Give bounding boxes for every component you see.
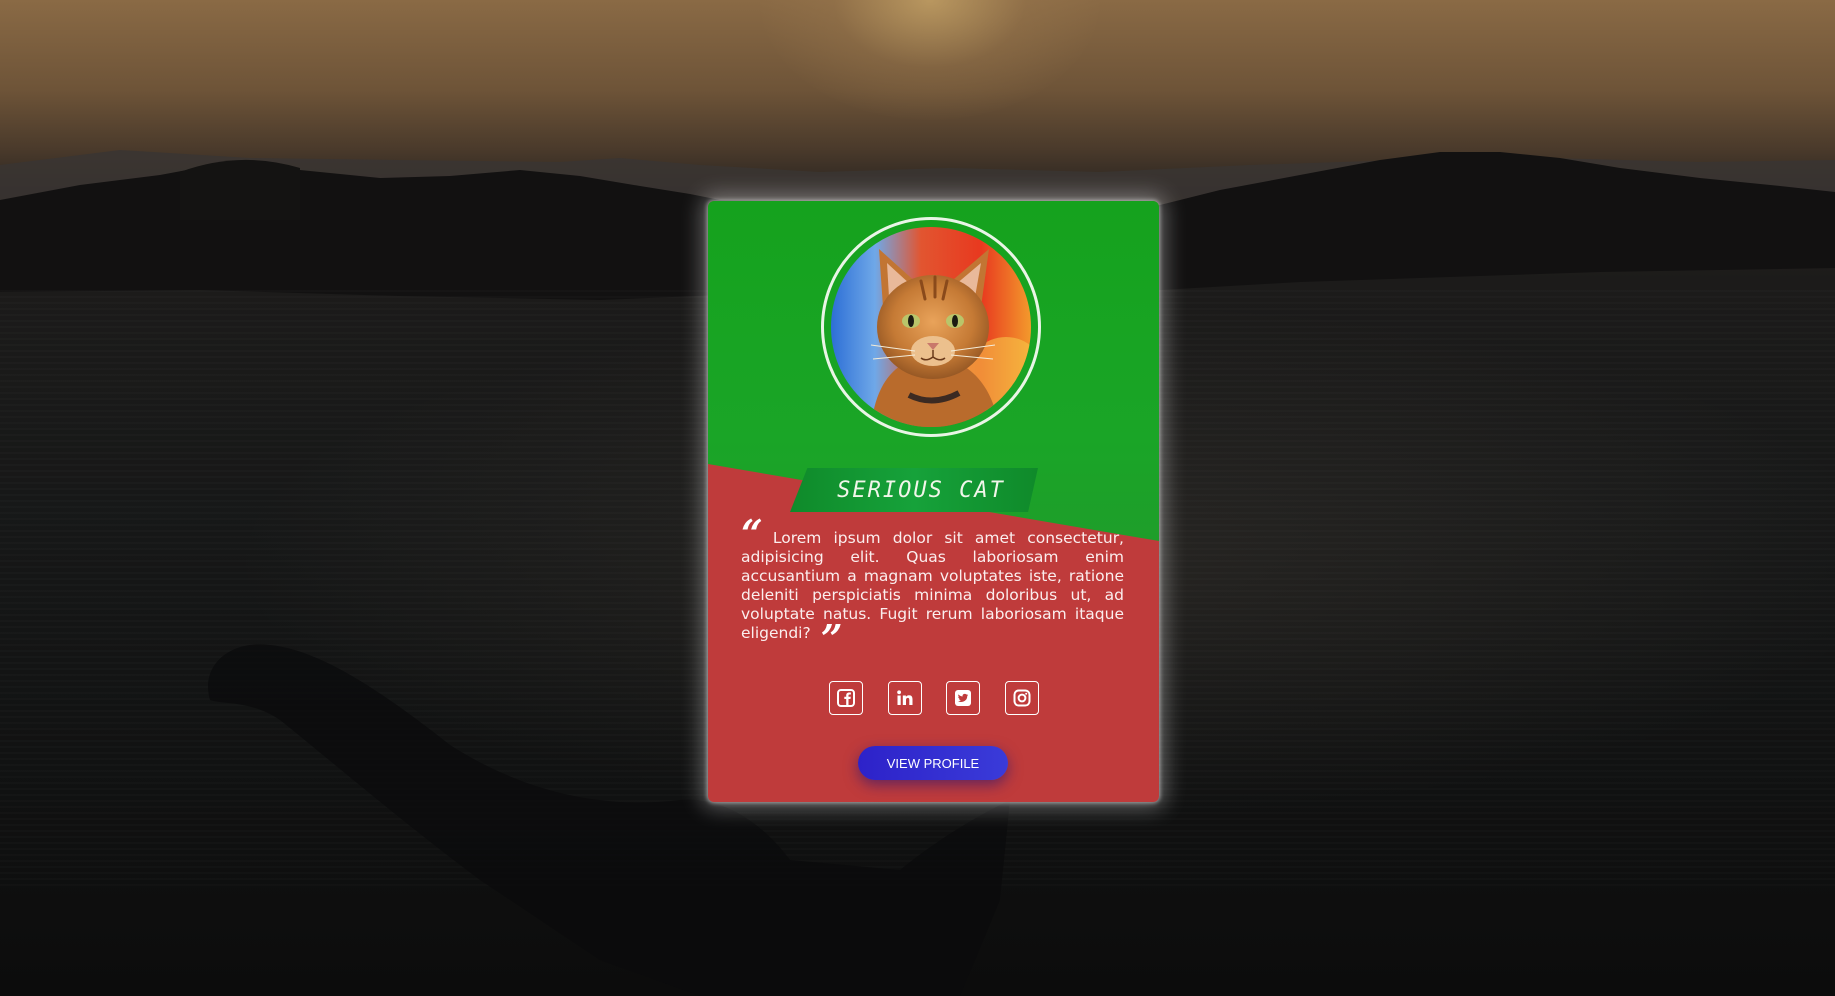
twitter-button[interactable] bbox=[946, 681, 981, 715]
linkedin-icon bbox=[896, 690, 913, 705]
name-banner: SERIOUS CAT bbox=[790, 468, 1038, 512]
profile-quote: “Lorem ipsum dolor sit amet consectetur,… bbox=[741, 515, 1124, 658]
quote-text: Lorem ipsum dolor sit amet consectetur, … bbox=[741, 529, 1124, 642]
instagram-button[interactable] bbox=[1004, 681, 1039, 715]
profile-card: SERIOUS CAT “Lorem ipsum dolor sit amet … bbox=[708, 201, 1159, 802]
twitter-icon bbox=[955, 690, 972, 706]
linkedin-button[interactable] bbox=[887, 681, 922, 715]
facebook-button[interactable] bbox=[829, 681, 863, 715]
view-profile-button[interactable]: VIEW PROFILE bbox=[858, 746, 1008, 780]
close-quote-icon: ” bbox=[820, 616, 843, 661]
avatar-frame bbox=[821, 217, 1041, 437]
instagram-icon bbox=[1013, 689, 1031, 707]
cat-avatar-image bbox=[831, 227, 1031, 427]
facebook-icon bbox=[837, 689, 855, 707]
avatar bbox=[831, 227, 1031, 427]
social-links bbox=[829, 681, 1039, 719]
profile-name: SERIOUS CAT bbox=[837, 477, 1005, 503]
